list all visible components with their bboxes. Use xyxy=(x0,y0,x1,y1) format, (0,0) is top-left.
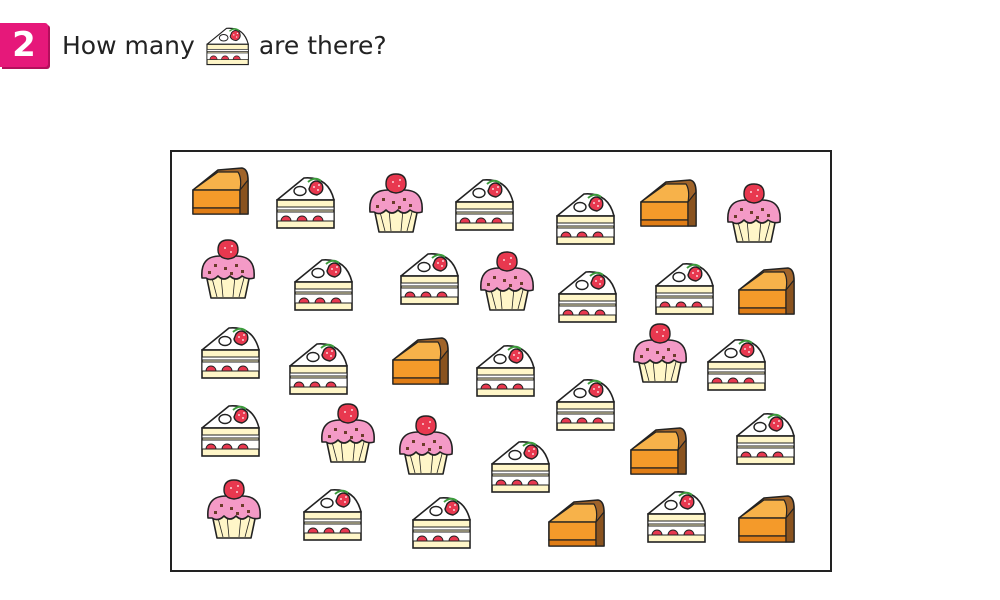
cupcake-icon xyxy=(633,323,687,383)
shortcake-slice-icon xyxy=(400,252,459,305)
pumpkin-pie-slice-icon xyxy=(630,427,687,475)
cupcake-icon xyxy=(480,251,534,311)
counting-panel xyxy=(170,150,832,572)
shortcake-slice-icon xyxy=(556,378,615,431)
cupcake-icon xyxy=(369,173,423,233)
pumpkin-pie-slice-icon xyxy=(640,179,697,227)
question-header: 2 How many are there? xyxy=(0,22,387,68)
shortcake-slice-icon xyxy=(707,338,766,391)
shortcake-slice-icon xyxy=(201,326,260,379)
shortcake-slice-icon xyxy=(201,404,260,457)
shortcake-slice-icon xyxy=(736,412,795,465)
question-text-start: How many xyxy=(62,30,195,60)
shortcake-slice-icon xyxy=(558,270,617,323)
shortcake-slice-icon xyxy=(203,24,253,66)
shortcake-slice-icon xyxy=(556,192,615,245)
shortcake-slice-icon xyxy=(476,344,535,397)
item-field xyxy=(192,167,795,549)
shortcake-slice-icon xyxy=(289,342,348,395)
shortcake-slice-icon xyxy=(294,258,353,311)
cupcake-icon xyxy=(321,403,375,463)
cupcake-icon xyxy=(399,415,453,475)
shortcake-slice-icon xyxy=(276,176,335,229)
shortcake-slice-icon xyxy=(412,496,471,549)
cupcake-icon xyxy=(207,479,261,539)
pumpkin-pie-slice-icon xyxy=(548,499,605,547)
cupcake-icon xyxy=(201,239,255,299)
question-text-end: are there? xyxy=(258,30,387,60)
shortcake-slice-icon xyxy=(455,178,514,231)
shortcake-slice-icon xyxy=(491,440,550,493)
pumpkin-pie-slice-icon xyxy=(738,267,795,315)
pumpkin-pie-slice-icon xyxy=(192,167,249,215)
shortcake-slice-icon xyxy=(647,490,706,543)
question-number-badge: 2 xyxy=(0,23,48,67)
shortcake-slice-icon xyxy=(655,262,714,315)
pumpkin-pie-slice-icon xyxy=(392,337,449,385)
shortcake-slice-icon xyxy=(303,488,362,541)
pumpkin-pie-slice-icon xyxy=(738,495,795,543)
cupcake-icon xyxy=(727,183,781,243)
